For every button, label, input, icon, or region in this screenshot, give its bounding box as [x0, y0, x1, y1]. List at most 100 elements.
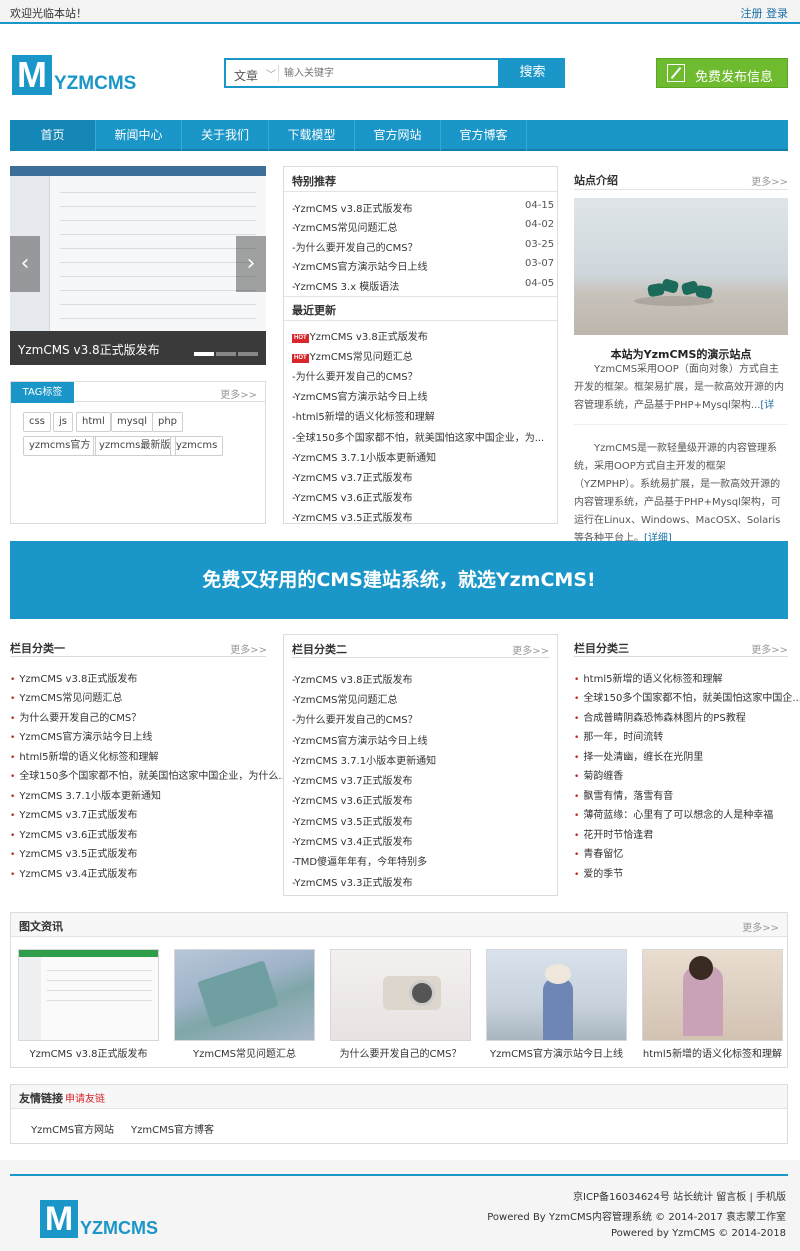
- list-item[interactable]: -YzmCMS v3.5正式版发布: [292, 813, 412, 828]
- list-item[interactable]: -YzmCMS v3.7正式版发布: [292, 469, 412, 484]
- list-item[interactable]: html5新增的语义化标签和理解: [10, 748, 158, 763]
- list-item[interactable]: 薄荷蓝缘：心里有了可以想念的人是种幸福: [574, 806, 773, 821]
- promo-banner[interactable]: 免费又好用的CMS建站系统，就选YzmCMS!: [10, 541, 788, 619]
- list-item[interactable]: -YzmCMS v3.8正式版发布: [292, 671, 412, 686]
- slider-dot[interactable]: [194, 352, 214, 356]
- friend-link[interactable]: YzmCMS官方网站: [31, 1121, 114, 1136]
- list-item[interactable]: -YzmCMS v3.8正式版发布: [292, 200, 412, 215]
- nav-item-download[interactable]: 下载模型: [269, 120, 355, 151]
- list-item[interactable]: 那一年，时间流转: [574, 728, 663, 743]
- list-item[interactable]: 飘雪有情，落雪有音: [574, 787, 673, 802]
- register-link[interactable]: 注册: [741, 7, 763, 20]
- search-button[interactable]: 搜索: [500, 58, 565, 88]
- list-item[interactable]: -YzmCMS v3.3正式版发布: [292, 874, 412, 889]
- list-item[interactable]: YzmCMS官方演示站今日上线: [10, 728, 152, 743]
- tag-item[interactable]: yzmcms最新版: [93, 436, 177, 456]
- list-item[interactable]: 爱的季节: [574, 865, 623, 880]
- nav-item-official-site[interactable]: 官方网站: [355, 120, 441, 151]
- list-item[interactable]: -YzmCMS官方演示站今日上线: [292, 388, 427, 403]
- list-item[interactable]: 花开时节恰逢君: [574, 826, 653, 841]
- list-item[interactable]: 择一处清幽，缠长在光阴里: [574, 748, 703, 763]
- list-item[interactable]: YzmCMS v3.7正式版发布: [10, 806, 137, 821]
- news-caption[interactable]: YzmCMS官方演示站今日上线: [486, 1045, 627, 1060]
- cat2-more-link[interactable]: 更多>>: [512, 642, 549, 657]
- news-thumbnail[interactable]: [18, 949, 159, 1041]
- list-item[interactable]: YzmCMS v3.5正式版发布: [10, 845, 137, 860]
- list-item[interactable]: -YzmCMS 3.x 模版语法: [292, 278, 399, 293]
- nav-item-about[interactable]: 关于我们: [182, 120, 269, 151]
- nav-item-news[interactable]: 新闻中心: [96, 120, 182, 151]
- friend-link[interactable]: YzmCMS官方博客: [131, 1121, 214, 1136]
- list-item[interactable]: 全球150多个国家都不怕，就美国怕这家中国企...: [574, 689, 800, 704]
- list-item[interactable]: 青春留忆: [574, 845, 623, 860]
- list-item[interactable]: YzmCMS 3.7.1小版本更新通知: [10, 787, 161, 802]
- login-link[interactable]: 登录: [766, 7, 788, 20]
- list-item[interactable]: HOT YzmCMS常见问题汇总: [292, 348, 413, 363]
- list-item[interactable]: -为什么要开发自己的CMS？: [292, 368, 418, 383]
- tag-item[interactable]: js: [53, 412, 73, 432]
- list-item[interactable]: 菊韵缠香: [574, 767, 623, 782]
- slider-dot[interactable]: [216, 352, 236, 356]
- list-item[interactable]: -YzmCMS官方演示站今日上线: [292, 732, 427, 747]
- list-item[interactable]: -YzmCMS 3.7.1小版本更新通知: [292, 752, 436, 767]
- nav-item-official-blog[interactable]: 官方博客: [441, 120, 527, 151]
- news-caption[interactable]: YzmCMS常见问题汇总: [174, 1045, 315, 1060]
- chevron-down-icon[interactable]: ﹀: [266, 66, 276, 81]
- list-item[interactable]: -为什么要开发自己的CMS？: [292, 711, 418, 726]
- news-caption[interactable]: 为什么要开发自己的CMS？: [330, 1045, 471, 1060]
- list-item[interactable]: 全球150多个国家都不怕，就美国怕这家中国企业，为什么...: [10, 767, 288, 782]
- list-item[interactable]: -html5新增的语义化标签和理解: [292, 408, 435, 423]
- list-item[interactable]: -YzmCMS v3.7正式版发布: [292, 772, 412, 787]
- tag-item[interactable]: mysql: [111, 412, 153, 432]
- news-thumbnail[interactable]: [486, 949, 627, 1041]
- image-news-more-link[interactable]: 更多>>: [742, 919, 779, 934]
- news-thumbnail[interactable]: [174, 949, 315, 1041]
- list-item[interactable]: YzmCMS v3.4正式版发布: [10, 865, 137, 880]
- list-item[interactable]: YzmCMS v3.6正式版发布: [10, 826, 137, 841]
- list-item[interactable]: -YzmCMS 3.7.1小版本更新通知: [292, 449, 436, 464]
- cat3-more-link[interactable]: 更多>>: [751, 641, 788, 656]
- nav-item-home[interactable]: 首页: [10, 120, 96, 151]
- list-item[interactable]: -YzmCMS v3.6正式版发布: [292, 792, 412, 807]
- list-item[interactable]: 为什么要开发自己的CMS？: [10, 709, 141, 724]
- slider-prev-icon[interactable]: ‹: [10, 236, 40, 292]
- publish-button[interactable]: 免费发布信息: [656, 58, 788, 88]
- cat1-more-link[interactable]: 更多>>: [230, 641, 267, 656]
- list-item[interactable]: -YzmCMS常见问题汇总: [292, 219, 397, 234]
- slider-dot[interactable]: [238, 352, 258, 356]
- list-item[interactable]: HOT YzmCMS v3.8正式版发布: [292, 328, 428, 343]
- tag-item[interactable]: yzmcms官方: [23, 436, 97, 456]
- list-item[interactable]: -TMD傻逼年年有，今年特别多: [292, 853, 427, 868]
- list-item[interactable]: 合成普睛阴森恐怖森林图片的PS教程: [574, 709, 745, 724]
- news-thumbnail[interactable]: [330, 949, 471, 1041]
- search-input[interactable]: [284, 64, 494, 83]
- tag-item[interactable]: php: [152, 412, 184, 432]
- image-slider[interactable]: ‹ › YzmCMS v3.8正式版发布: [10, 166, 266, 365]
- list-item[interactable]: -YzmCMS官方演示站今日上线: [292, 258, 427, 273]
- intro-image[interactable]: [574, 198, 788, 335]
- list-item[interactable]: html5新增的语义化标签和理解: [574, 670, 722, 685]
- list-item[interactable]: YzmCMS常见问题汇总: [10, 689, 122, 704]
- apply-link[interactable]: 申请友链: [65, 1090, 105, 1105]
- search-category-select[interactable]: 文章: [234, 67, 258, 84]
- news-caption[interactable]: YzmCMS v3.8正式版发布: [18, 1045, 159, 1060]
- list-item[interactable]: -YzmCMS v3.4正式版发布: [292, 833, 412, 848]
- tag-item[interactable]: html: [76, 412, 111, 432]
- slide-image[interactable]: [10, 166, 266, 331]
- site-logo[interactable]: M YZMCMS: [12, 55, 152, 95]
- footer-links[interactable]: 京ICP备16034624号 站长统计 留言板 | 手机版: [573, 1188, 786, 1203]
- slider-next-icon[interactable]: ›: [236, 236, 266, 292]
- list-item[interactable]: -为什么要开发自己的CMS？: [292, 239, 418, 254]
- intro-more-link[interactable]: 更多>>: [751, 173, 788, 188]
- tag-more-link[interactable]: 更多>>: [220, 386, 257, 401]
- list-item[interactable]: -YzmCMS v3.5正式版发布: [292, 509, 412, 524]
- news-thumbnail[interactable]: [642, 949, 783, 1041]
- news-caption[interactable]: html5新增的语义化标签和理解: [642, 1045, 783, 1060]
- tag-item[interactable]: css: [23, 412, 51, 432]
- footer-logo[interactable]: M YZMCMS: [40, 1200, 170, 1240]
- list-item[interactable]: -YzmCMS常见问题汇总: [292, 691, 397, 706]
- list-item[interactable]: YzmCMS v3.8正式版发布: [10, 670, 137, 685]
- tag-item[interactable]: yzmcms: [170, 436, 224, 456]
- list-item[interactable]: -全球150多个国家都不怕，就美国怕这家中国企业，为...: [292, 429, 544, 444]
- list-item[interactable]: -YzmCMS v3.6正式版发布: [292, 489, 412, 504]
